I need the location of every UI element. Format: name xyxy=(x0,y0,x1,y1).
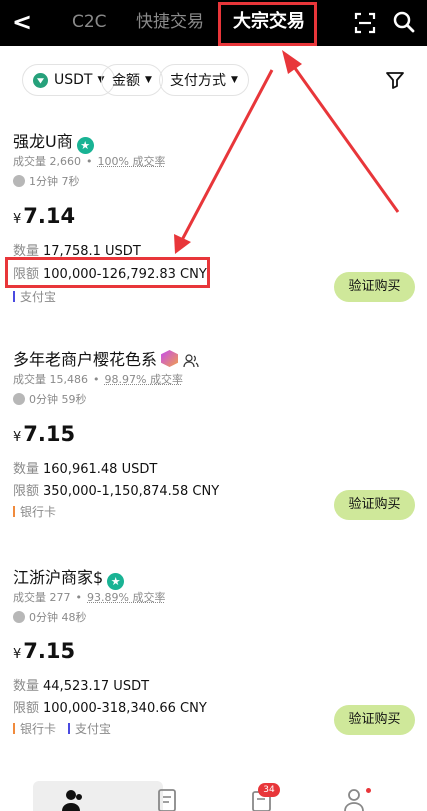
verify-buy-button[interactable]: 验证购买 xyxy=(334,490,415,520)
caret-down-icon: ▼ xyxy=(145,75,152,85)
document-icon[interactable] xyxy=(156,788,178,811)
amount-filter-label: 金额 xyxy=(112,73,140,89)
completion-rate: 93.89% 成交率 xyxy=(87,591,166,604)
chevron-left-icon[interactable]: < xyxy=(12,0,32,46)
order-limit: 限额 100,000-318,340.66 CNY xyxy=(13,701,207,716)
top-nav-bar: < C2C 快捷交易 大宗交易 xyxy=(0,0,427,46)
order-limit: 限额 350,000-1,150,874.58 CNY xyxy=(13,484,220,499)
merchant-stats: 成交量 277 • 93.89% 成交率 xyxy=(13,591,166,604)
usdt-icon xyxy=(33,72,48,88)
merchant-name-row[interactable]: 强龙U商 ★ xyxy=(13,128,94,154)
unit-price: ¥7.15 xyxy=(13,639,76,663)
available-quantity: 数量 160,961.48 USDT xyxy=(13,462,158,477)
payment-methods: 银行卡 xyxy=(13,503,56,520)
scan-icon[interactable] xyxy=(354,12,376,34)
alipay-marker xyxy=(68,723,71,734)
verified-badge-icon: ★ xyxy=(76,137,94,154)
merchant-stats: 成交量 15,486 • 98.97% 成交率 xyxy=(13,373,183,386)
volume-value: 2,660 xyxy=(49,155,82,168)
filter-icon[interactable] xyxy=(385,70,405,90)
merchant-name-row[interactable]: 多年老商户樱花色系 xyxy=(13,346,199,370)
unit-price: ¥7.14 xyxy=(13,204,76,228)
clock-icon xyxy=(13,393,25,405)
filter-bar: USDT ▼ 金额 ▼ 支付方式 ▼ xyxy=(0,64,427,98)
volume-value: 15,486 xyxy=(49,373,89,386)
merchant-name: 强龙U商 xyxy=(13,132,73,151)
release-time: 1分钟 7秒 xyxy=(13,173,80,189)
annotation-highlight-limit xyxy=(5,257,210,288)
caret-down-icon: ▼ xyxy=(231,75,238,85)
payment-filter[interactable]: 支付方式 ▼ xyxy=(159,64,249,96)
profile-icon[interactable] xyxy=(343,788,365,811)
payment-filter-label: 支付方式 xyxy=(170,73,226,89)
completion-rate: 100% 成交率 xyxy=(97,155,166,168)
orders-count-badge: 34 xyxy=(258,783,280,797)
vip-badge-icon xyxy=(161,350,179,367)
merchant-name: 多年老商户樱花色系 xyxy=(13,350,158,369)
bottom-nav-active-bg xyxy=(33,781,163,811)
verify-buy-button[interactable]: 验证购买 xyxy=(334,705,415,735)
search-icon[interactable] xyxy=(393,11,415,33)
amount-filter[interactable]: 金额 ▼ xyxy=(101,64,163,96)
release-time: 0分钟 59秒 xyxy=(13,391,87,407)
bank-card-marker xyxy=(13,723,15,734)
unit-price: ¥7.15 xyxy=(13,422,76,446)
notification-dot xyxy=(366,788,371,793)
merchant-name-row[interactable]: 江浙沪商家$ ★ xyxy=(13,564,125,590)
user-group-icon xyxy=(183,354,199,368)
tab-c2c[interactable]: C2C xyxy=(72,0,107,46)
bank-card-marker xyxy=(13,506,15,517)
merchant-name: 江浙沪商家$ xyxy=(13,568,104,587)
volume-value: 277 xyxy=(49,591,71,604)
verified-badge-icon: ★ xyxy=(107,573,125,590)
available-quantity: 数量 44,523.17 USDT xyxy=(13,679,150,694)
payment-methods: 支付宝 xyxy=(13,288,56,305)
clock-icon xyxy=(13,611,25,623)
completion-rate: 98.97% 成交率 xyxy=(104,373,183,386)
payment-methods: 银行卡 支付宝 xyxy=(13,720,111,737)
release-time: 0分钟 48秒 xyxy=(13,609,87,625)
tab-quick-trade[interactable]: 快捷交易 xyxy=(136,0,204,46)
clock-icon xyxy=(13,175,25,187)
alipay-marker xyxy=(13,291,15,302)
merchant-stats: 成交量 2,660 • 100% 成交率 xyxy=(13,155,166,168)
verify-buy-button[interactable]: 验证购买 xyxy=(334,272,415,302)
people-icon[interactable] xyxy=(61,788,85,811)
crypto-selector-label: USDT xyxy=(54,72,93,88)
annotation-highlight-tab xyxy=(218,2,317,46)
